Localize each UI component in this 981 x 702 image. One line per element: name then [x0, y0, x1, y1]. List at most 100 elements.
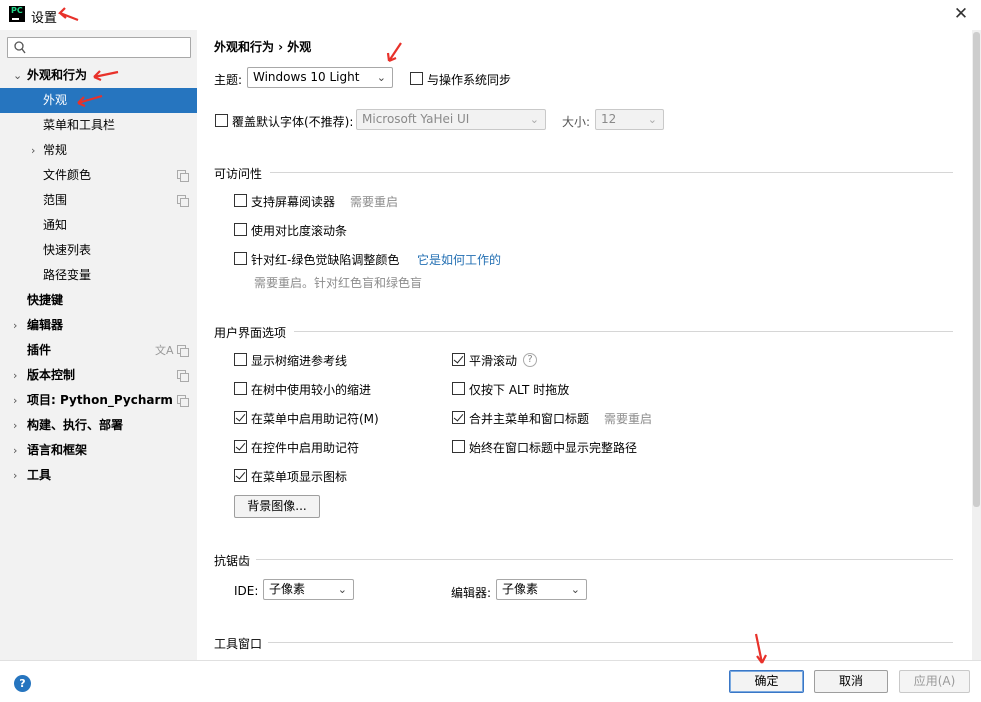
alt-drag-checkbox[interactable] [452, 382, 465, 395]
override-font-checkbox[interactable] [215, 114, 228, 127]
chevron-down-icon: ⌄ [529, 113, 539, 126]
breadcrumb: 外观和行为 › 外观 [214, 40, 312, 54]
smooth-scrolling-label: 平滑滚动 [469, 354, 518, 368]
divider [256, 559, 953, 560]
title-bar [0, 0, 981, 30]
sidebar-item-label: 路径变量 [43, 268, 92, 282]
sync-os-checkbox[interactable] [410, 72, 423, 85]
tree-indent-guides-checkbox[interactable] [234, 353, 247, 366]
sidebar-item-label: 外观 [43, 93, 68, 107]
sidebar-item-version-control[interactable]: › 版本控制 [0, 363, 197, 388]
background-image-button[interactable]: 背景图像... [234, 495, 320, 518]
sidebar-item-label: 常规 [43, 143, 68, 157]
size-label: 大小: [562, 115, 591, 129]
editor-aa-select[interactable]: 子像素 ⌄ [496, 579, 587, 600]
full-path-label: 始终在窗口标题中显示完整路径 [469, 441, 638, 455]
help-icon[interactable]: ? [14, 675, 31, 692]
sidebar-item-plugins[interactable]: 插件 文A [0, 338, 197, 363]
sidebar-item-label: 语言和框架 [27, 443, 88, 457]
divider [268, 642, 953, 643]
color-deficiency-label: 针对红-绿色觉缺陷调整颜色 [251, 253, 400, 267]
smaller-indents-label: 在树中使用较小的缩进 [251, 383, 372, 397]
chevron-down-icon: ⌄ [13, 69, 23, 82]
contrast-scrollbars-checkbox[interactable] [234, 223, 247, 236]
sync-os-label: 与操作系统同步 [427, 73, 512, 87]
ok-button[interactable]: 确定 [729, 670, 804, 693]
sidebar-item-file-colors[interactable]: 文件颜色 [0, 163, 197, 188]
size-select[interactable]: 12 ⌄ [595, 109, 664, 130]
sidebar-item-build-execution-deployment[interactable]: › 构建、执行、部署 [0, 413, 197, 438]
sidebar-item-notifications[interactable]: 通知 [0, 213, 197, 238]
sidebar-item-keymap[interactable]: 快捷键 [0, 288, 197, 313]
mnemonics-controls-label: 在控件中启用助记符 [251, 441, 360, 455]
annotation-arrow-icon [386, 42, 402, 63]
project-settings-icon [177, 170, 189, 182]
project-settings-icon [177, 195, 189, 207]
sidebar-item-menus-toolbars[interactable]: 菜单和工具栏 [0, 113, 197, 138]
theme-value: Windows 10 Light [253, 70, 360, 84]
footer-divider [0, 660, 981, 661]
editor-aa-label: 编辑器: [451, 586, 492, 600]
chevron-right-icon: › [13, 319, 18, 332]
sidebar-item-quick-lists[interactable]: 快速列表 [0, 238, 197, 263]
merge-menu-checkbox[interactable] [452, 411, 465, 424]
font-select[interactable]: Microsoft YaHei UI ⌄ [356, 109, 546, 130]
size-value: 12 [601, 112, 617, 126]
ide-aa-label: IDE: [234, 584, 259, 598]
close-icon[interactable]: ✕ [950, 3, 972, 25]
full-path-checkbox[interactable] [452, 440, 465, 453]
section-ui-options-title: 用户界面选项 [214, 326, 287, 340]
chevron-down-icon: ⌄ [570, 583, 580, 596]
sidebar-item-languages-frameworks[interactable]: › 语言和框架 [0, 438, 197, 463]
section-accessibility-title: 可访问性 [214, 167, 263, 181]
tree-indent-guides-label: 显示树缩进参考线 [251, 354, 348, 368]
sidebar-item-project[interactable]: › 项目: Python_Pycharm [0, 388, 197, 413]
search-input[interactable] [7, 37, 191, 58]
mnemonics-menu-checkbox[interactable] [234, 411, 247, 424]
ide-aa-select[interactable]: 子像素 ⌄ [263, 579, 354, 600]
sidebar-item-editor[interactable]: › 编辑器 [0, 313, 197, 338]
sidebar-item-label: 文件颜色 [43, 168, 92, 182]
editor-aa-value: 子像素 [502, 582, 539, 596]
annotation-arrow-icon [93, 70, 119, 82]
sidebar-item-label: 外观和行为 [27, 68, 88, 82]
sidebar-item-label: 菜单和工具栏 [43, 118, 116, 132]
color-deficiency-checkbox[interactable] [234, 252, 247, 265]
smooth-scrolling-checkbox[interactable] [452, 353, 465, 366]
chevron-right-icon: › [13, 369, 18, 382]
chevron-down-icon: ⌄ [337, 583, 347, 596]
sidebar-item-general[interactable]: › 常规 [0, 138, 197, 163]
screen-reader-checkbox[interactable] [234, 194, 247, 207]
color-deficiency-note: 需要重启。针对红色盲和绿色盲 [254, 276, 423, 290]
how-it-works-link[interactable]: 它是如何工作的 [417, 251, 501, 268]
annotation-arrow-icon [754, 633, 767, 664]
cancel-button[interactable]: 取消 [814, 670, 888, 693]
sidebar-item-scopes[interactable]: 范围 [0, 188, 197, 213]
override-font-label: 覆盖默认字体(不推荐): [232, 115, 354, 129]
help-tooltip-icon[interactable]: ? [523, 353, 537, 367]
sidebar-item-tools[interactable]: › 工具 [0, 463, 197, 488]
alt-drag-label: 仅按下 ALT 时拖放 [469, 383, 570, 397]
apply-button[interactable]: 应用(A) [899, 670, 970, 693]
annotation-arrow-icon [77, 94, 103, 108]
sidebar-item-label: 项目: Python_Pycharm [27, 393, 173, 407]
divider [294, 331, 953, 332]
chevron-down-icon: ⌄ [647, 113, 657, 126]
translate-icon: 文A [155, 344, 174, 357]
screen-reader-note: 需要重启 [350, 195, 399, 209]
smaller-indents-checkbox[interactable] [234, 382, 247, 395]
search-icon [14, 41, 26, 54]
divider [270, 172, 953, 173]
menu-icons-checkbox[interactable] [234, 469, 247, 482]
scrollbar-thumb[interactable] [973, 32, 980, 507]
sidebar-item-path-variables[interactable]: 路径变量 [0, 263, 197, 288]
merge-menu-label: 合并主菜单和窗口标题 [469, 412, 590, 426]
font-value: Microsoft YaHei UI [362, 112, 470, 126]
section-antialiasing-title: 抗锯齿 [214, 554, 251, 568]
project-settings-icon [177, 370, 189, 382]
mnemonics-controls-checkbox[interactable] [234, 440, 247, 453]
ide-aa-value: 子像素 [269, 582, 306, 596]
theme-select[interactable]: Windows 10 Light ⌄ [247, 67, 393, 88]
sidebar-item-label: 插件 [27, 343, 52, 357]
annotation-arrow-icon [58, 7, 79, 22]
